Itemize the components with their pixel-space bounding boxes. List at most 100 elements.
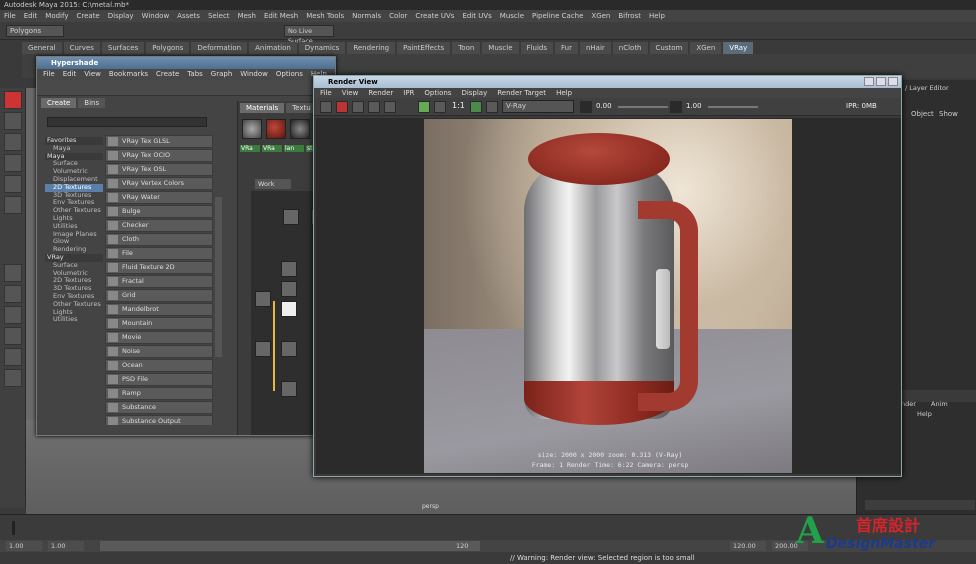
playback-start-field[interactable]: 1.00 bbox=[48, 541, 84, 551]
node-item[interactable]: Mountain bbox=[105, 317, 213, 330]
exposure-slider[interactable] bbox=[618, 106, 668, 108]
rotate-tool-icon[interactable] bbox=[4, 175, 22, 193]
menu-item[interactable]: Mesh Tools bbox=[306, 10, 344, 22]
menu-item[interactable]: Assets bbox=[177, 10, 200, 22]
node-item[interactable]: Fluid Texture 2D bbox=[105, 261, 213, 274]
close-icon[interactable] bbox=[888, 77, 898, 86]
menu-item[interactable]: Create UVs bbox=[415, 10, 454, 22]
menu-item[interactable]: Options bbox=[424, 88, 451, 98]
node-list-scrollbar[interactable] bbox=[215, 197, 222, 357]
gamma-icon[interactable] bbox=[670, 101, 682, 113]
graph-node[interactable] bbox=[255, 341, 271, 357]
node-item[interactable]: Ramp bbox=[105, 387, 213, 400]
node-item[interactable]: Bulge bbox=[105, 205, 213, 218]
node-item[interactable]: Cloth bbox=[105, 233, 213, 246]
node-item[interactable]: Ocean bbox=[105, 359, 213, 372]
layout-icon[interactable] bbox=[4, 369, 22, 387]
graph-node[interactable] bbox=[281, 281, 297, 297]
move-tool-icon[interactable] bbox=[4, 154, 22, 172]
tab-work-area[interactable]: Work Area bbox=[255, 179, 291, 198]
node-item[interactable]: Fractal bbox=[105, 275, 213, 288]
start-time-field[interactable]: 1.00 bbox=[6, 541, 42, 551]
node-item[interactable]: PSD File bbox=[105, 373, 213, 386]
renderer-dropdown[interactable]: V-Ray bbox=[502, 100, 574, 113]
layout-icon[interactable] bbox=[4, 285, 22, 303]
graph-node[interactable] bbox=[283, 209, 299, 225]
graph-node[interactable] bbox=[281, 381, 297, 397]
material-tab[interactable]: Materials bbox=[240, 103, 285, 113]
shelf-tab[interactable]: nHair bbox=[579, 42, 611, 54]
tab-render[interactable]: nder bbox=[901, 400, 916, 408]
menu-item[interactable]: Help bbox=[649, 10, 665, 22]
node-item[interactable]: Mandelbrot bbox=[105, 303, 213, 316]
shelf-tab[interactable]: Rendering bbox=[347, 42, 396, 54]
node-item[interactable]: Substance Output bbox=[105, 415, 213, 425]
layout-icon[interactable] bbox=[4, 348, 22, 366]
exposure-value[interactable]: 0.00 bbox=[596, 102, 612, 110]
menu-item[interactable]: Options bbox=[276, 69, 303, 80]
live-surface-field[interactable]: No Live Surface bbox=[284, 25, 334, 45]
shelf-tab[interactable]: Toon bbox=[452, 42, 481, 54]
node-item[interactable]: VRay Tex GLSL bbox=[105, 135, 213, 148]
menu-item[interactable]: Display bbox=[461, 88, 487, 98]
menu-item[interactable]: Modify bbox=[45, 10, 68, 22]
menu-item[interactable]: Render Target bbox=[497, 88, 546, 98]
menu-item[interactable]: Graph bbox=[211, 69, 232, 80]
time-slider-current[interactable] bbox=[12, 521, 15, 535]
material-swatch[interactable] bbox=[242, 119, 262, 139]
select-tool-icon[interactable] bbox=[4, 91, 22, 109]
shelf-tab[interactable]: Dynamics bbox=[298, 42, 346, 54]
material-swatch[interactable] bbox=[266, 119, 286, 139]
node-item[interactable]: VRay Vertex Colors bbox=[105, 177, 213, 190]
menu-item[interactable]: Bookmarks bbox=[109, 69, 148, 80]
menu-item[interactable]: Bifrost bbox=[618, 10, 641, 22]
graph-node[interactable] bbox=[281, 301, 297, 317]
alpha-channel-icon[interactable] bbox=[434, 101, 446, 113]
menu-item[interactable]: File bbox=[43, 69, 55, 80]
minimize-icon[interactable] bbox=[864, 77, 874, 86]
shelf-tab[interactable]: nCloth bbox=[612, 42, 648, 54]
layout-icon[interactable] bbox=[4, 327, 22, 345]
menu-item[interactable]: Mesh bbox=[238, 10, 256, 22]
menu-item[interactable]: Select bbox=[208, 10, 230, 22]
object-menu[interactable]: Object bbox=[911, 110, 934, 118]
region-icon[interactable] bbox=[384, 101, 396, 113]
menu-item[interactable]: Edit UVs bbox=[462, 10, 491, 22]
menu-item[interactable]: Tabs bbox=[187, 69, 203, 80]
menu-item[interactable]: Pipeline Cache bbox=[532, 10, 583, 22]
node-item[interactable]: Movie bbox=[105, 331, 213, 344]
hypershade-tab[interactable]: Bins bbox=[78, 98, 106, 108]
menu-item[interactable]: View bbox=[342, 88, 359, 98]
album-icon[interactable] bbox=[486, 101, 498, 113]
shelf-tab[interactable]: Custom bbox=[649, 42, 689, 54]
node-item[interactable]: VRay Tex OSL bbox=[105, 163, 213, 176]
hypershade-tab[interactable]: Create bbox=[41, 98, 77, 108]
shelf-tab[interactable]: Muscle bbox=[482, 42, 519, 54]
graph-node[interactable] bbox=[281, 261, 297, 277]
node-item[interactable]: Noise bbox=[105, 345, 213, 358]
material-swatch[interactable] bbox=[290, 119, 310, 139]
menu-item[interactable]: File bbox=[320, 88, 332, 98]
range-bar[interactable] bbox=[100, 541, 480, 551]
rgb-channel-icon[interactable] bbox=[418, 101, 430, 113]
tree-item[interactable]: Utilities bbox=[45, 316, 103, 324]
playback-end-field[interactable]: 120.00 bbox=[730, 541, 766, 551]
menu-item[interactable]: XGen bbox=[591, 10, 610, 22]
menu-item[interactable]: Display bbox=[108, 10, 134, 22]
render-icon[interactable] bbox=[320, 101, 332, 113]
help-menu[interactable]: Help bbox=[917, 410, 932, 418]
shelf-tab[interactable]: VRay bbox=[723, 42, 754, 54]
menu-item[interactable]: Edit Mesh bbox=[264, 10, 298, 22]
menu-item[interactable]: File bbox=[4, 10, 16, 22]
node-item[interactable]: Grid bbox=[105, 289, 213, 302]
menu-item[interactable]: Create bbox=[76, 10, 99, 22]
graph-node[interactable] bbox=[281, 341, 297, 357]
ipr-icon[interactable] bbox=[352, 101, 364, 113]
menu-item[interactable]: Color bbox=[389, 10, 407, 22]
menu-item[interactable]: Muscle bbox=[500, 10, 524, 22]
gamma-value[interactable]: 1.00 bbox=[686, 102, 702, 110]
shelf-tab[interactable]: Animation bbox=[249, 42, 297, 54]
paint-tool-icon[interactable] bbox=[4, 133, 22, 151]
node-item[interactable]: Checker bbox=[105, 219, 213, 232]
menu-item[interactable]: IPR bbox=[403, 88, 414, 98]
